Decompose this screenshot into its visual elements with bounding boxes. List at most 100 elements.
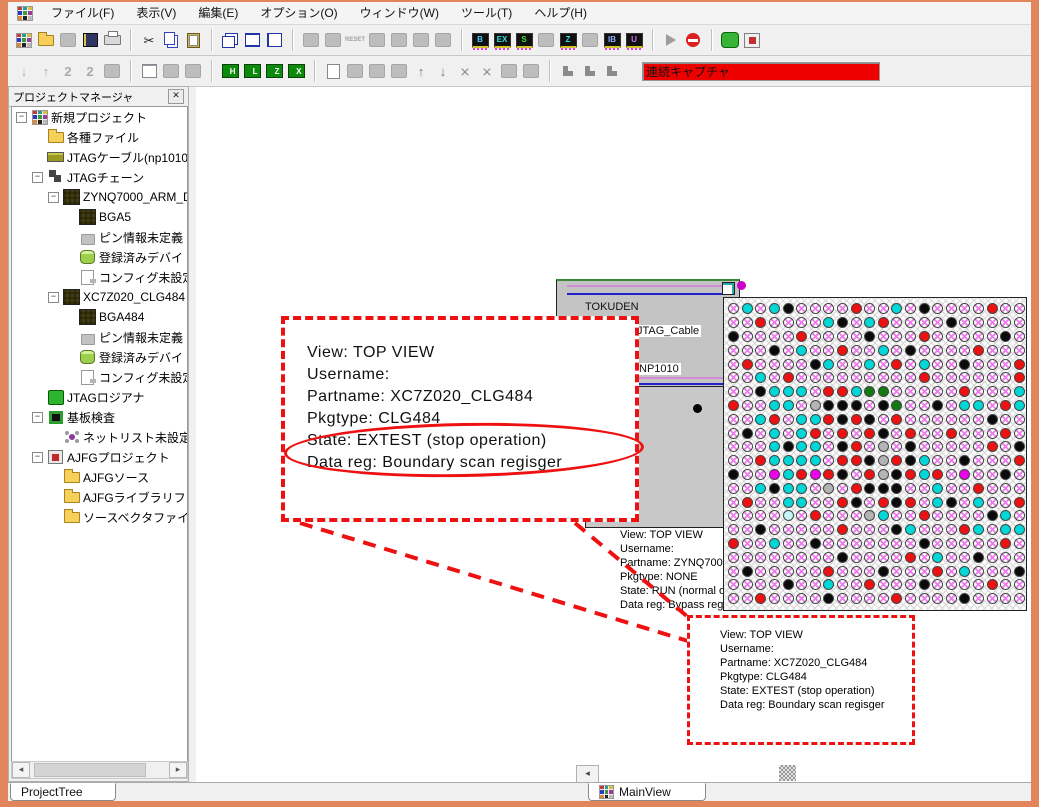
menu-item-1[interactable]: 表示(V) (125, 4, 187, 22)
menu-item-0[interactable]: ファイル(F) (40, 4, 125, 22)
toolbar-paste-icon[interactable] (182, 29, 204, 51)
toolbar-step-up-icon[interactable]: ↑ (410, 60, 432, 82)
toolbar-pin-table-icon[interactable] (138, 60, 160, 82)
toolbar-probe-left-icon[interactable]: ⨯ (454, 60, 476, 82)
tree-item-7[interactable]: 登録済みデバイ (12, 247, 187, 267)
tree-item-6[interactable]: ピン情報未定義 (12, 227, 187, 247)
tree-item-8[interactable]: コンフィグ未設定 (12, 267, 187, 287)
tree-item-17[interactable]: −AJFGプロジェクト (12, 447, 187, 467)
project-tree-hscrollbar[interactable]: ◂ ▸ (11, 761, 188, 779)
mainview-scroll-left-button[interactable]: ◂ (576, 765, 599, 783)
toolbar-burst-icon[interactable] (366, 60, 388, 82)
menu-item-5[interactable]: ツール(T) (450, 4, 523, 22)
toolbar-square2-disabled-icon[interactable] (498, 60, 520, 82)
toolbar-add-device-icon[interactable] (410, 29, 432, 51)
scroll-right-button[interactable]: ▸ (169, 762, 187, 778)
toolbar-connect-icon[interactable] (300, 29, 322, 51)
toolbar-drive-low-icon[interactable]: L (241, 60, 263, 82)
tree-item-16[interactable]: ネットリスト未設定 (12, 427, 187, 447)
toolbar-drive-z-icon[interactable]: Z (263, 60, 285, 82)
tree-item-15[interactable]: −基板検査 (12, 407, 187, 427)
toolbar-probe-right-icon[interactable]: ⨯ (476, 60, 498, 82)
toolbar-cascade-windows-icon[interactable] (219, 29, 241, 51)
tree-expander[interactable]: − (48, 292, 59, 303)
tree-item-14[interactable]: JTAGロジアナ (12, 387, 187, 407)
tree-expander[interactable]: − (32, 452, 43, 463)
toolbar-clear-icon[interactable] (101, 60, 123, 82)
tree-item-5[interactable]: BGA5 (12, 207, 187, 227)
toolbar-export-icon[interactable]: ↑ (35, 60, 57, 82)
toolbar-bypass-chip-icon[interactable]: B (469, 29, 491, 51)
tree-item-0[interactable]: −新規プロジェクト (12, 107, 187, 127)
tree-expander[interactable]: − (48, 192, 59, 203)
toolbar-stop-icon[interactable] (682, 29, 704, 51)
toolbar-import-icon[interactable]: ↓ (13, 60, 35, 82)
toolbar-report-icon[interactable] (79, 29, 101, 51)
tree-expander[interactable]: − (32, 172, 43, 183)
tree-item-13[interactable]: コンフィグ未設定 (12, 367, 187, 387)
tree-expander[interactable]: − (32, 412, 43, 423)
toolbar-step-all-icon[interactable] (601, 60, 623, 82)
toolbar-drive-x-icon[interactable]: X (285, 60, 307, 82)
toolbar-highz-chip-icon[interactable]: Z (557, 29, 579, 51)
toolbar-add-device2-icon[interactable] (432, 29, 454, 51)
toolbar-print-icon[interactable] (101, 29, 123, 51)
toolbar-usercode-chip-icon[interactable]: U (623, 29, 645, 51)
tree-item-1[interactable]: 各種ファイル (12, 127, 187, 147)
toolbar-step2-icon[interactable] (579, 60, 601, 82)
tree-item-20[interactable]: ソースベクタファイル (12, 507, 187, 527)
toolbar-square-disabled-icon[interactable] (160, 60, 182, 82)
panel-close-button[interactable]: ✕ (168, 89, 184, 104)
toolbar-chip-disabled2-icon[interactable] (579, 29, 601, 51)
toolbar-run-icon[interactable] (660, 29, 682, 51)
tree-item-2[interactable]: JTAGケーブル(np1010) (12, 147, 187, 167)
tree-item-18[interactable]: AJFGソース (12, 467, 187, 487)
toolbar-import2box-icon[interactable]: 2 (79, 60, 101, 82)
tree-item-4[interactable]: −ZYNQ7000_ARM_D (12, 187, 187, 207)
toolbar-new-project-icon[interactable] (13, 29, 35, 51)
resize-grip[interactable] (779, 765, 796, 781)
toolbar-disconnect-icon[interactable] (322, 29, 344, 51)
scroll-thumb[interactable] (34, 763, 146, 777)
tree-item-19[interactable]: AJFGライブラリファイ (12, 487, 187, 507)
menu-item-2[interactable]: 編集(E) (187, 4, 249, 22)
panel-splitter[interactable] (189, 86, 196, 782)
toolbar-stop2-disabled-icon[interactable] (388, 60, 410, 82)
toolbar-chip-disabled-icon[interactable] (535, 29, 557, 51)
tree-item-3[interactable]: −JTAGチェーン (12, 167, 187, 187)
toolbar-reset-icon[interactable]: RESET (344, 29, 366, 51)
menu-item-6[interactable]: ヘルプ(H) (523, 4, 598, 22)
tree-expander[interactable]: − (16, 112, 27, 123)
toolbar-device-disabled-icon[interactable] (182, 60, 204, 82)
toolbar-capture-on-icon[interactable] (719, 29, 741, 51)
toolbar-step-down-icon[interactable]: ↓ (432, 60, 454, 82)
toolbar-save-icon[interactable] (57, 29, 79, 51)
tree-item-9[interactable]: −XC7Z020_CLG484 (12, 287, 187, 307)
toolbar-idcode-chip-icon[interactable]: IB (601, 29, 623, 51)
tab-project-tree[interactable]: ProjectTree (10, 783, 116, 801)
bga-view-mode-icon[interactable] (722, 282, 735, 295)
toolbar-tile-vertical-icon[interactable] (263, 29, 285, 51)
tree-item-11[interactable]: ピン情報未定義 (12, 327, 187, 347)
toolbar-square3-disabled-icon[interactable] (520, 60, 542, 82)
menu-item-3[interactable]: オプション(O) (249, 4, 348, 22)
scroll-left-button[interactable]: ◂ (12, 762, 30, 778)
tab-main-view[interactable]: MainView (588, 783, 706, 801)
bga484-top-view[interactable] (723, 297, 1027, 611)
toolbar-stop-disabled-icon[interactable] (388, 29, 410, 51)
toolbar-cut-icon[interactable]: ✂ (138, 29, 160, 51)
toolbar-copy-icon[interactable] (160, 29, 182, 51)
toolbar-scan-chain-icon[interactable] (366, 29, 388, 51)
toolbar-extest-chip-icon[interactable]: EX (491, 29, 513, 51)
toolbar-capture-record-icon[interactable] (741, 29, 763, 51)
toolbar-sample-chip-icon[interactable]: S (513, 29, 535, 51)
toolbar-step-icon[interactable] (557, 60, 579, 82)
toolbar-scan-icon[interactable] (344, 60, 366, 82)
toolbar-new-vector-icon[interactable] (322, 60, 344, 82)
toolbar-import2-icon[interactable]: 2 (57, 60, 79, 82)
toolbar-tile-horizontal-icon[interactable] (241, 29, 263, 51)
tree-item-10[interactable]: BGA484 (12, 307, 187, 327)
tree-item-12[interactable]: 登録済みデバイ (12, 347, 187, 367)
toolbar-open-icon[interactable] (35, 29, 57, 51)
toolbar-drive-high-icon[interactable]: H (219, 60, 241, 82)
